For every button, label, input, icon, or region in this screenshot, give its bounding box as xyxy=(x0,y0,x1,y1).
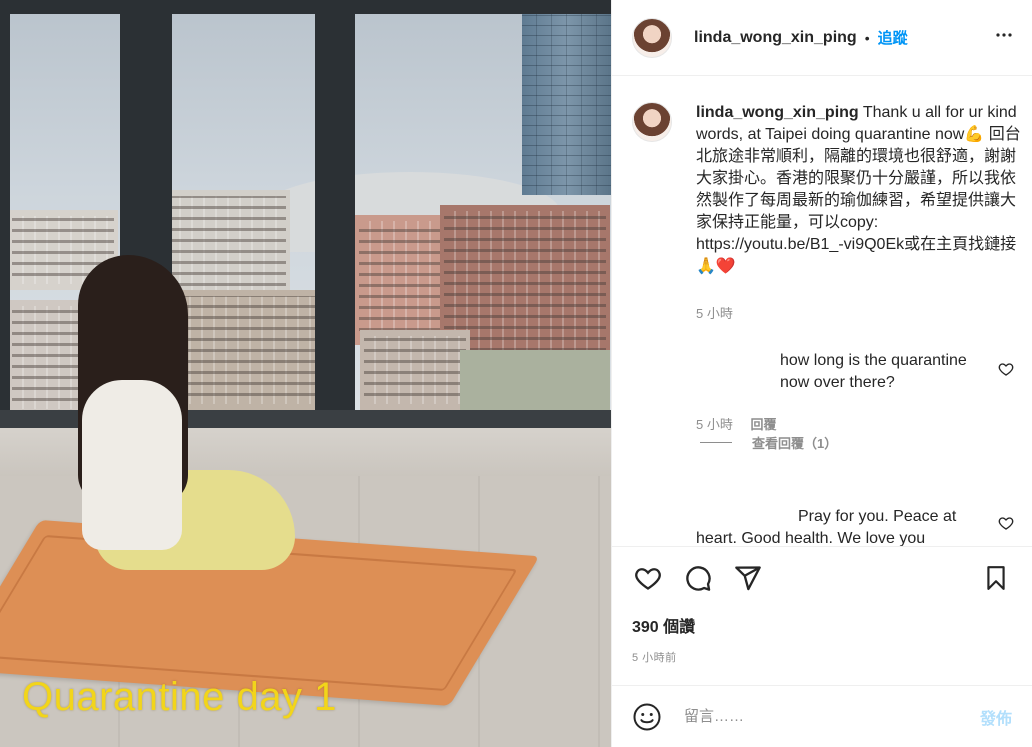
likes-count[interactable]: 390 個讚 xyxy=(612,609,1032,637)
separator-dot: • xyxy=(864,29,870,46)
heart-icon[interactable] xyxy=(998,361,1014,377)
view-replies-label: 查看回覆（1） xyxy=(752,436,838,451)
comment-text: Pray for you. Peace at heart. Good healt… xyxy=(696,506,986,546)
instagram-post-modal: Quarantine day 1 linda_wong_xin_ping • 追… xyxy=(0,0,1032,747)
divider-line xyxy=(700,442,732,443)
post-timestamp: 5 小時前 xyxy=(632,652,677,664)
header-username[interactable]: linda_wong_xin_ping xyxy=(694,29,857,47)
avatar[interactable] xyxy=(632,17,672,58)
bookmark-icon[interactable] xyxy=(980,562,1012,594)
person-torso xyxy=(82,380,182,550)
view-replies-button[interactable]: 查看回覆（1） xyxy=(700,433,837,452)
comment-bar: 發佈 xyxy=(612,685,1032,747)
comment-input[interactable] xyxy=(684,708,980,725)
share-icon[interactable] xyxy=(732,562,764,594)
comment-icon[interactable] xyxy=(682,562,714,594)
heart-icon[interactable] xyxy=(632,562,664,594)
comment-body: how long is the quarantine now over ther… xyxy=(780,352,967,391)
building xyxy=(460,350,610,410)
follow-button[interactable]: 追蹤 xyxy=(878,27,908,48)
more-icon[interactable] xyxy=(992,23,1016,53)
post-header: linda_wong_xin_ping • 追蹤 xyxy=(612,0,1032,76)
building xyxy=(165,190,290,300)
post-photo: Quarantine day 1 xyxy=(0,0,611,747)
comment-time: 5 小時 xyxy=(696,417,733,432)
caption-username[interactable]: linda_wong_xin_ping xyxy=(696,104,859,121)
building xyxy=(360,330,470,410)
emoji-icon[interactable] xyxy=(632,702,662,732)
building xyxy=(355,215,445,345)
caption-body: Thank u all for ur kind words, at Taipei… xyxy=(696,104,1021,275)
post-side-panel: linda_wong_xin_ping • 追蹤 linda_wong_xin_… xyxy=(611,0,1032,747)
caption-time: 5 小時 xyxy=(696,306,733,321)
photo-caption-overlay: Quarantine day 1 xyxy=(22,675,337,719)
caption-text: linda_wong_xin_ping Thank u all for ur k… xyxy=(696,102,1022,278)
comment-meta: 5 小時 回覆 xyxy=(696,414,776,433)
comment-text: how long is the quarantine now over ther… xyxy=(652,350,982,394)
heart-icon[interactable] xyxy=(998,515,1014,531)
action-bar xyxy=(612,546,1032,609)
avatar[interactable] xyxy=(632,102,672,142)
window-frame xyxy=(0,0,10,440)
window-frame xyxy=(0,0,611,14)
comment-body: Pray for you. Peace at heart. Good healt… xyxy=(696,508,957,546)
comments-list[interactable]: linda_wong_xin_ping Thank u all for ur k… xyxy=(612,76,1032,546)
post-comment-button[interactable]: 發佈 xyxy=(980,705,1012,729)
reply-button[interactable]: 回覆 xyxy=(750,417,776,432)
caption-row: linda_wong_xin_ping Thank u all for ur k… xyxy=(632,102,1022,278)
glass-tower xyxy=(522,0,611,195)
window-frame xyxy=(315,0,355,430)
